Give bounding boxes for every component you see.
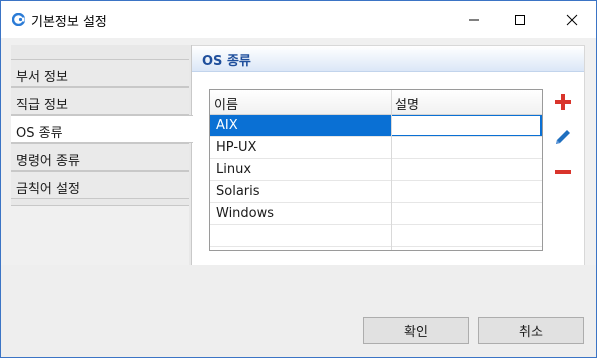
table-row[interactable]: Solaris bbox=[210, 181, 542, 203]
table-row[interactable]: AIX bbox=[210, 115, 542, 137]
column-divider bbox=[391, 90, 392, 250]
app-icon bbox=[11, 12, 26, 27]
remove-button[interactable] bbox=[552, 161, 574, 183]
section-title: OS 종류 bbox=[202, 54, 251, 69]
cell-description bbox=[392, 116, 540, 135]
column-header-name[interactable]: 이름 bbox=[214, 94, 238, 113]
minimize-icon bbox=[469, 19, 479, 20]
table-row-empty[interactable] bbox=[210, 225, 542, 247]
cell-name: AIX bbox=[216, 118, 238, 133]
maximize-icon bbox=[515, 14, 525, 25]
cell-name: Solaris bbox=[216, 184, 260, 199]
dialog-window: 기본정보 설정 부서 정보 직급 정보 OS 종류 명령어 종류 금칙어 설정 bbox=[0, 0, 597, 358]
table-row[interactable]: HP-UX bbox=[210, 137, 542, 159]
minimize-button[interactable] bbox=[451, 1, 497, 38]
close-button[interactable] bbox=[549, 1, 595, 38]
window-title: 기본정보 설정 bbox=[31, 15, 107, 30]
plus-icon bbox=[555, 94, 571, 110]
sidebar-item-forbidden-words[interactable]: 금칙어 설정 bbox=[11, 171, 189, 199]
sidebar-item-department[interactable]: 부서 정보 bbox=[11, 59, 189, 87]
cell-name: Linux bbox=[216, 162, 252, 177]
title-bar[interactable]: 기본정보 설정 bbox=[1, 1, 596, 38]
sidebar-item-label: 직급 정보 bbox=[16, 98, 68, 113]
pencil-icon bbox=[556, 130, 570, 144]
sidebar-item-command-type[interactable]: 명령어 종류 bbox=[11, 143, 189, 171]
category-sidebar: 부서 정보 직급 정보 OS 종류 명령어 종류 금칙어 설정 bbox=[11, 45, 193, 296]
content-panel: OS 종류 이름 설명 AIX HP-UX Linux Solaris Wind… bbox=[192, 45, 585, 267]
sidebar-item-position[interactable]: 직급 정보 bbox=[11, 87, 189, 115]
edit-button[interactable] bbox=[552, 125, 574, 147]
os-type-table[interactable]: 이름 설명 AIX HP-UX Linux Solaris Windows bbox=[209, 89, 543, 251]
sidebar-item-label: OS 종류 bbox=[16, 126, 63, 141]
minus-icon bbox=[555, 170, 571, 174]
table-row[interactable]: Windows bbox=[210, 203, 542, 225]
close-icon bbox=[566, 14, 578, 25]
ok-button[interactable]: 확인 bbox=[363, 317, 469, 344]
cell-name: Windows bbox=[216, 206, 275, 221]
sidebar-item-os-type[interactable]: OS 종류 bbox=[11, 115, 193, 143]
sidebar-item-label: 금칙어 설정 bbox=[16, 182, 80, 197]
sidebar-item-label: 부서 정보 bbox=[16, 70, 68, 85]
table-header: 이름 설명 bbox=[210, 90, 542, 115]
maximize-button[interactable] bbox=[497, 1, 543, 38]
cell-name: HP-UX bbox=[216, 140, 257, 155]
section-header: OS 종류 bbox=[192, 46, 584, 72]
table-row[interactable]: Linux bbox=[210, 159, 542, 181]
cancel-button[interactable]: 취소 bbox=[478, 317, 584, 344]
add-button[interactable] bbox=[552, 91, 574, 113]
sidebar-item-label: 명령어 종류 bbox=[16, 154, 80, 169]
column-header-description[interactable]: 설명 bbox=[395, 94, 419, 113]
